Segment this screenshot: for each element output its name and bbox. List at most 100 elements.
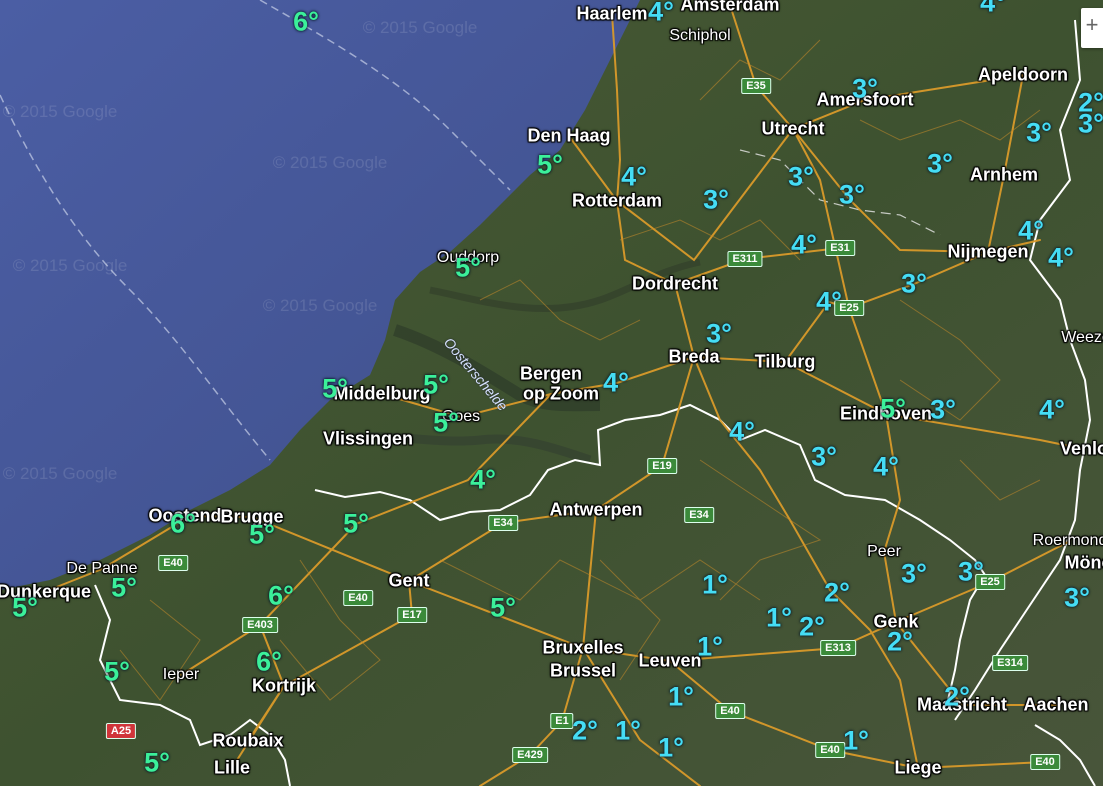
- temperature-marker: 3°: [1026, 117, 1052, 148]
- google-watermark: © 2015 Google: [2, 102, 118, 121]
- temperature-marker: 6°: [268, 580, 294, 611]
- temperature-marker: 1°: [702, 569, 728, 600]
- temperature-marker: 5°: [12, 592, 38, 623]
- road-shield-e311: E311: [727, 251, 763, 267]
- temperature-marker: 3°: [703, 184, 729, 215]
- temperature-marker: 5°: [423, 369, 449, 400]
- temperature-marker: 3°: [1064, 582, 1090, 613]
- temperature-marker: 3°: [1078, 108, 1103, 139]
- temperature-marker: 3°: [901, 558, 927, 589]
- city-label-vlissingen: Vlissingen: [322, 428, 414, 449]
- temperature-marker: 4°: [791, 229, 817, 260]
- temperature-marker: 4°: [873, 451, 899, 482]
- google-watermark: © 2015 Google: [272, 153, 388, 172]
- temperature-marker: 1°: [615, 715, 641, 746]
- temperature-marker: 4°: [470, 464, 496, 495]
- temperature-marker: 1°: [843, 725, 869, 756]
- temperature-marker: 3°: [927, 148, 953, 179]
- road-shield-e40: E40: [815, 742, 845, 758]
- city-label-ieper: Ieper: [162, 666, 200, 683]
- temperature-marker: 4°: [648, 0, 674, 27]
- temperature-marker: 2°: [824, 577, 850, 608]
- road-shield-e314: E314: [992, 655, 1028, 671]
- city-label-haarlem: Haarlem: [576, 3, 648, 24]
- temperature-marker: 6°: [170, 508, 196, 539]
- city-label-peer: Peer: [867, 543, 901, 560]
- city-label-roermond: Roermond: [1032, 532, 1103, 549]
- temperature-marker: 2°: [887, 626, 913, 657]
- road-shield-e34: E34: [684, 507, 714, 523]
- road-shield-e35: E35: [741, 78, 771, 94]
- city-label-weeze: Weeze: [1061, 329, 1103, 346]
- google-watermark: © 2015 Google: [12, 256, 128, 275]
- temperature-marker: 4°: [816, 286, 842, 317]
- city-label-nijmegen: Nijmegen: [947, 241, 1029, 262]
- road-shield-e429: E429: [512, 747, 548, 763]
- road-shield-a25: A25: [105, 723, 137, 739]
- google-watermark: © 2015 Google: [362, 18, 478, 37]
- temperature-marker: 3°: [958, 556, 984, 587]
- temperature-marker: 5°: [433, 407, 459, 438]
- temperature-marker: 5°: [144, 747, 170, 778]
- city-label-m-nc: Mönc: [1064, 552, 1103, 573]
- city-label-gent: Gent: [388, 570, 430, 591]
- zoom-in-button[interactable]: +: [1081, 8, 1103, 48]
- google-watermark: © 2015 Google: [262, 296, 378, 315]
- temperature-marker: 4°: [1018, 215, 1044, 246]
- temperature-marker: 3°: [930, 394, 956, 425]
- road-shield-e40: E40: [1030, 754, 1060, 770]
- road-shield-e34: E34: [488, 515, 518, 531]
- city-label-aachen: Aachen: [1023, 694, 1089, 715]
- temperature-marker: 4°: [621, 161, 647, 192]
- city-label-brussel: Brussel: [549, 660, 617, 681]
- city-label-leuven: Leuven: [638, 650, 702, 671]
- city-label-rotterdam: Rotterdam: [571, 190, 663, 211]
- city-label-amsterdam: Amsterdam: [680, 0, 780, 15]
- city-label-lille: Lille: [213, 757, 251, 778]
- temperature-marker: 2°: [572, 715, 598, 746]
- temperature-marker: 1°: [766, 602, 792, 633]
- city-label-liege: Liege: [894, 757, 942, 778]
- city-label-apeldoorn: Apeldoorn: [978, 64, 1068, 85]
- city-label-bergen: Bergen: [519, 363, 583, 384]
- city-label-kortrijk: Kortrijk: [251, 675, 317, 696]
- road-shield-e1: E1: [550, 713, 574, 729]
- temperature-marker: 5°: [490, 592, 516, 623]
- temperature-marker: 6°: [293, 6, 319, 37]
- temperature-marker: 4°: [1039, 394, 1065, 425]
- temperature-marker: 2°: [944, 681, 970, 712]
- temperature-marker: 2°: [799, 611, 825, 642]
- city-label-tilburg: Tilburg: [754, 351, 816, 372]
- temperature-marker: 1°: [658, 732, 684, 763]
- temperature-marker: 5°: [322, 373, 348, 404]
- road-shield-e31: E31: [825, 240, 855, 256]
- temperature-marker: 3°: [839, 179, 865, 210]
- temperature-marker: 5°: [104, 656, 130, 687]
- temperature-marker: 3°: [706, 318, 732, 349]
- road-shield-e19: E19: [647, 458, 677, 474]
- road-shield-e403: E403: [242, 617, 278, 633]
- temperature-marker: 3°: [901, 268, 927, 299]
- temperature-marker: 5°: [111, 572, 137, 603]
- city-label-bruxelles: Bruxelles: [542, 637, 624, 658]
- city-label-op-zoom: op Zoom: [523, 383, 599, 404]
- temperature-marker: 3°: [811, 441, 837, 472]
- google-watermark: © 2015 Google: [2, 464, 118, 483]
- temperature-marker: 1°: [697, 631, 723, 662]
- temperature-marker: 4°: [729, 416, 755, 447]
- temperature-marker: 4°: [603, 367, 629, 398]
- city-label-breda: Breda: [668, 346, 720, 367]
- road-shield-e17: E17: [397, 607, 427, 623]
- temperature-marker: 5°: [455, 252, 481, 283]
- city-label-roubaix: Roubaix: [212, 730, 284, 751]
- temperature-marker: 3°: [788, 161, 814, 192]
- temperature-marker: 3°: [852, 73, 878, 104]
- city-label-den-haag: Den Haag: [527, 125, 611, 146]
- temperature-marker: 6°: [256, 646, 282, 677]
- temperature-marker: 5°: [249, 519, 275, 550]
- temperature-marker: 5°: [343, 508, 369, 539]
- temperature-marker: 5°: [537, 149, 563, 180]
- road-shield-e40: E40: [343, 590, 373, 606]
- city-label-arnhem: Arnhem: [969, 164, 1039, 185]
- city-label-antwerpen: Antwerpen: [549, 499, 643, 520]
